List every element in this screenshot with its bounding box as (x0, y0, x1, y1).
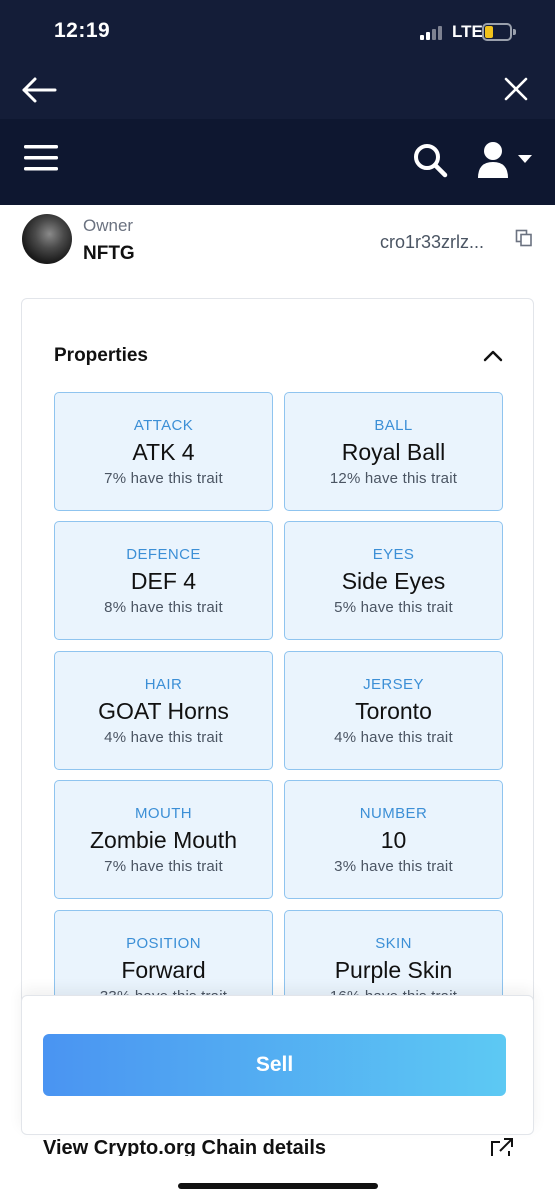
trait-value: Forward (121, 957, 206, 983)
trait-value: GOAT Horns (98, 698, 229, 724)
owner-avatar[interactable] (22, 214, 72, 264)
arrow-left-icon (22, 77, 57, 103)
trait-rarity: 3% have this trait (334, 858, 453, 875)
trait-value: Side Eyes (341, 568, 446, 594)
top-header: 12:19 LTE (0, 0, 555, 205)
trait-card[interactable]: HAIR GOAT Horns 4% have this trait (54, 651, 273, 770)
copy-button[interactable] (515, 229, 533, 247)
hamburger-icon (24, 145, 58, 171)
battery-icon (482, 23, 516, 41)
trait-value: Purple Skin (334, 957, 453, 983)
signal-strength-icon (420, 25, 446, 40)
trait-type: DEFENCE (126, 546, 201, 563)
trait-card[interactable]: ATTACK ATK 4 7% have this trait (54, 392, 273, 511)
trait-card[interactable]: NUMBER 10 3% have this trait (284, 780, 503, 899)
trait-rarity: 8% have this trait (104, 599, 223, 616)
chevron-up-icon (483, 350, 503, 362)
properties-collapse-button[interactable] (480, 345, 506, 365)
trait-value: DEF 4 (130, 568, 197, 594)
menu-button[interactable] (22, 140, 60, 176)
trait-type: EYES (372, 546, 415, 563)
user-menu-button[interactable] (474, 138, 536, 180)
owner-label: Owner (83, 216, 134, 235)
trait-type: ATTACK (133, 417, 194, 434)
trait-type: BALL (374, 417, 413, 434)
trait-value: 10 (380, 827, 407, 853)
trait-rarity: 4% have this trait (104, 729, 223, 746)
close-icon (504, 77, 528, 101)
trait-value: Zombie Mouth (89, 827, 237, 853)
trait-card[interactable]: EYES Side Eyes 5% have this trait (284, 521, 503, 640)
copy-icon (515, 229, 532, 247)
back-button[interactable] (20, 72, 60, 108)
trait-rarity: 7% have this trait (104, 470, 223, 487)
trait-type: HAIR (144, 676, 183, 693)
owner-name[interactable]: NFTG (83, 243, 135, 265)
trait-type: JERSEY (363, 676, 424, 693)
close-button[interactable] (500, 73, 532, 105)
network-type: LTE (452, 22, 483, 41)
search-icon (414, 144, 448, 178)
trait-rarity: 5% have this trait (334, 599, 453, 616)
properties-title: Properties (54, 345, 148, 366)
trait-type: POSITION (126, 935, 201, 952)
trait-card[interactable]: BALL Royal Ball 12% have this trait (284, 392, 503, 511)
home-indicator[interactable] (178, 1183, 378, 1189)
trait-type: SKIN (375, 935, 412, 952)
status-time: 12:19 (54, 19, 111, 42)
trait-type: NUMBER (359, 805, 428, 822)
trait-rarity: 12% have this trait (329, 470, 458, 487)
trait-value: Toronto (355, 698, 432, 724)
properties-card: Properties ATTACK ATK 4 7% have this tra… (21, 298, 534, 1018)
trait-value: Royal Ball (341, 439, 446, 465)
app-navbar (0, 119, 555, 205)
sell-panel: Sell (21, 995, 534, 1135)
trait-type: MOUTH (135, 805, 192, 822)
trait-value: ATK 4 (132, 439, 195, 465)
trait-rarity: 4% have this trait (334, 729, 453, 746)
sell-button[interactable]: Sell (43, 1034, 506, 1096)
trait-card[interactable]: JERSEY Toronto 4% have this trait (284, 651, 503, 770)
user-icon (478, 142, 532, 178)
owner-section: Owner NFTG cro1r33zrlz... (0, 205, 555, 285)
search-button[interactable] (410, 140, 450, 180)
trait-rarity: 7% have this trait (104, 858, 223, 875)
owner-address[interactable]: cro1r33zrlz... (380, 232, 484, 253)
trait-card[interactable]: DEFENCE DEF 4 8% have this trait (54, 521, 273, 640)
bottom-safe-area (0, 1156, 555, 1200)
trait-card[interactable]: MOUTH Zombie Mouth 7% have this trait (54, 780, 273, 899)
